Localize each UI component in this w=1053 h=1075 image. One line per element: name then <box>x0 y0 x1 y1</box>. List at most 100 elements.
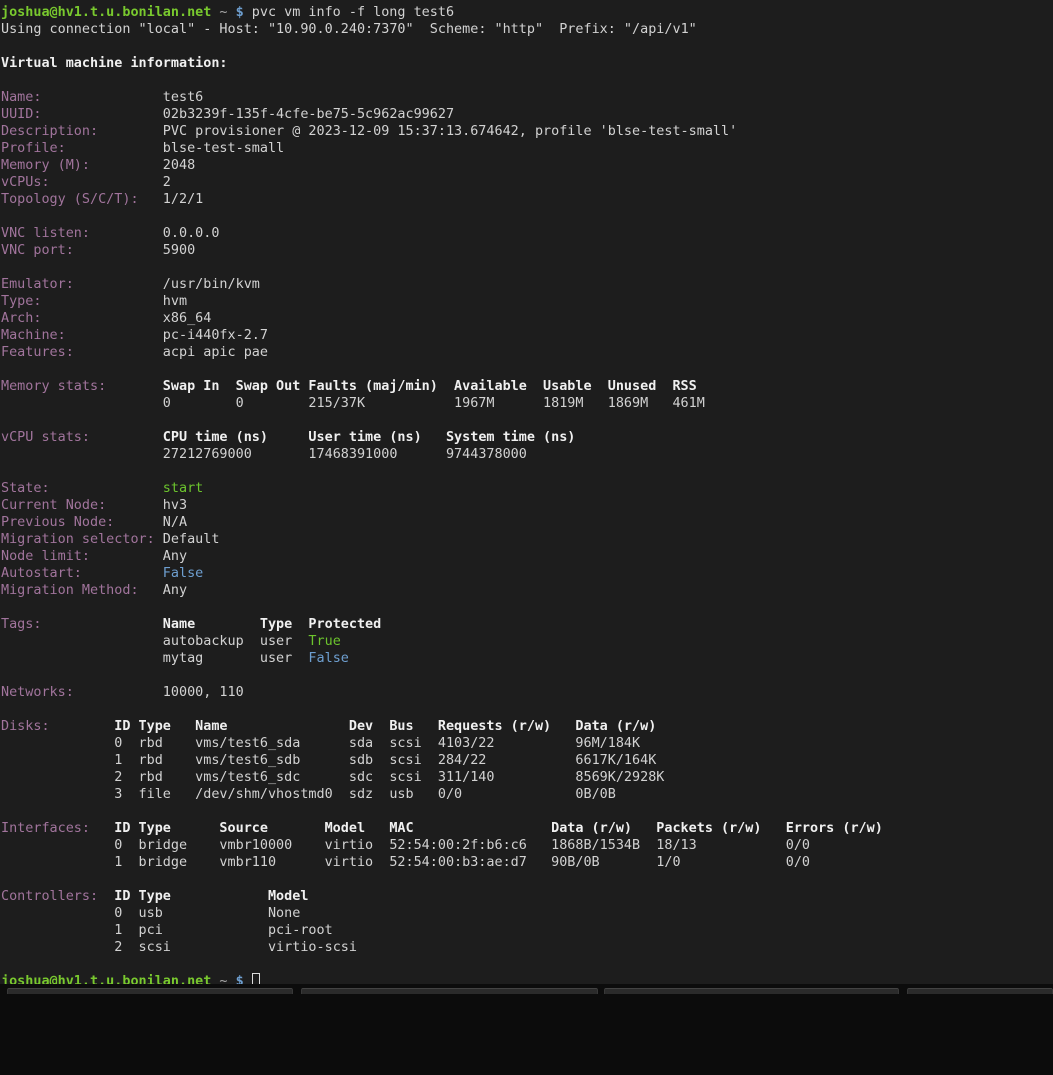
memory-stats-value-row: 0 0 215/37K 1967M 1819M 1869M 461M <box>1 395 1051 412</box>
iface-model: virtio <box>325 837 374 854</box>
column-header: User time (ns) <box>308 429 421 446</box>
controller-type: scsi <box>139 939 171 956</box>
column-header: Type <box>260 616 292 633</box>
field-row-vnc-port: VNC port: 5900 <box>1 242 1051 259</box>
controller-model: virtio-scsi <box>268 939 357 956</box>
iface-model: virtio <box>325 854 374 871</box>
column-header: Model <box>268 888 308 905</box>
iface-source: vmbr10000 <box>219 837 292 854</box>
column-header: Usable <box>543 378 592 395</box>
field-label: Interfaces: <box>1 820 90 837</box>
field-row-arch: Arch: x86_64 <box>1 310 1051 327</box>
tags-header-row: Tags: Name Type Protected <box>1 616 1051 633</box>
iface-source: vmbr110 <box>219 854 276 871</box>
memory-stats-header-row: Memory stats: Swap In Swap Out Faults (m… <box>1 378 1051 395</box>
prompt-cwd: ~ <box>219 4 227 21</box>
field-label: UUID: <box>1 106 41 123</box>
column-header: Type <box>139 888 171 905</box>
column-header: Type <box>139 820 171 837</box>
field-value: pc-i440fx-2.7 <box>163 327 268 344</box>
column-header: Available <box>454 378 527 395</box>
disk-type: rbd <box>139 769 163 786</box>
field-label: VNC listen: <box>1 225 90 242</box>
iface-packets: 1/0 <box>656 854 680 871</box>
column-header: Bus <box>389 718 413 735</box>
disk-name: /dev/shm/vhostmd0 <box>195 786 333 803</box>
interface-row: 1 bridge vmbr110 virtio 52:54:00:b3:ae:d… <box>1 854 1051 871</box>
iface-packets: 18/13 <box>656 837 696 854</box>
disk-data: 96M/184K <box>575 735 640 752</box>
field-value: 10000, 110 <box>163 684 244 701</box>
taskbar-window-button[interactable] <box>301 988 598 994</box>
disk-type: file <box>139 786 171 803</box>
tag-name: autobackup <box>163 633 244 650</box>
field-value: blse-test-small <box>163 140 284 157</box>
iface-id: 1 <box>114 854 122 871</box>
vcpu-stats-header-row: vCPU stats: CPU time (ns) User time (ns)… <box>1 429 1051 446</box>
field-row-migration-selector: Migration selector: Default <box>1 531 1051 548</box>
tag-row: mytag user False <box>1 650 1051 667</box>
cell-value: 0 <box>236 395 244 412</box>
field-value: Any <box>163 548 187 565</box>
disk-row: 0 rbd vms/test6_sda sda scsi 4103/22 96M… <box>1 735 1051 752</box>
field-label: Description: <box>1 123 98 140</box>
disk-id: 0 <box>114 735 122 752</box>
taskbar-window-button[interactable] <box>604 988 899 994</box>
cell-value: 1869M <box>608 395 648 412</box>
cell-value: 17468391000 <box>308 446 397 463</box>
field-row-previous-node: Previous Node: N/A <box>1 514 1051 531</box>
field-label: Controllers: <box>1 888 98 905</box>
iface-type: bridge <box>139 854 188 871</box>
column-header: Model <box>325 820 365 837</box>
disk-requests: 284/22 <box>438 752 487 769</box>
field-row-current-node: Current Node: hv3 <box>1 497 1051 514</box>
field-value: hv3 <box>163 497 187 514</box>
taskbar-window-button[interactable] <box>7 988 293 994</box>
command-text: pvc vm info -f long test6 <box>252 4 454 21</box>
field-value: N/A <box>163 514 187 531</box>
iface-errors: 0/0 <box>786 837 810 854</box>
disk-bus: scsi <box>389 752 421 769</box>
interfaces-header-row: Interfaces: ID Type Source Model MAC Dat… <box>1 820 1051 837</box>
column-header: RSS <box>672 378 696 395</box>
disk-dev: sda <box>349 735 373 752</box>
controller-id: 1 <box>114 922 122 939</box>
field-row-autostart: Autostart: False <box>1 565 1051 582</box>
disk-id: 1 <box>114 752 122 769</box>
field-label: Previous Node: <box>1 514 114 531</box>
page-title: Virtual machine information: <box>1 55 228 72</box>
column-header: MAC <box>389 820 413 837</box>
disk-row: 1 rbd vms/test6_sdb sdb scsi 284/22 6617… <box>1 752 1051 769</box>
field-value: Default <box>163 531 220 548</box>
field-row-topology: Topology (S/C/T): 1/2/1 <box>1 191 1051 208</box>
column-header: ID <box>114 718 130 735</box>
field-label: Name: <box>1 89 41 106</box>
disk-row: 3 file /dev/shm/vhostmd0 sdz usb 0/0 0B/… <box>1 786 1051 803</box>
field-label: Type: <box>1 293 41 310</box>
field-row-profile: Profile: blse-test-small <box>1 140 1051 157</box>
cell-value: 215/37K <box>308 395 365 412</box>
field-label: Memory (M): <box>1 157 90 174</box>
column-header: CPU time (ns) <box>163 429 268 446</box>
field-row-state: State: start <box>1 480 1051 497</box>
state-value: start <box>163 480 203 497</box>
column-header: Name <box>163 616 195 633</box>
taskbar-window-button[interactable] <box>907 988 1053 994</box>
tag-type: user <box>260 650 292 667</box>
column-header: System time (ns) <box>446 429 575 446</box>
disk-type: rbd <box>139 752 163 769</box>
column-header: Source <box>219 820 268 837</box>
field-value: /usr/bin/kvm <box>163 276 260 293</box>
section-title-line: Virtual machine information: <box>1 55 1051 72</box>
field-label: Migration selector: <box>1 531 155 548</box>
field-row-node-limit: Node limit: Any <box>1 548 1051 565</box>
cell-value: 9744378000 <box>446 446 527 463</box>
connection-info: Using connection "local" - Host: "10.90.… <box>1 21 697 38</box>
terminal-window[interactable]: joshua@hv1.t.u.bonilan.net ~ $ pvc vm in… <box>0 0 1053 986</box>
disk-bus: usb <box>389 786 413 803</box>
cell-value: 1819M <box>543 395 583 412</box>
column-header: Errors (r/w) <box>786 820 883 837</box>
iface-errors: 0/0 <box>786 854 810 871</box>
column-header: Packets (r/w) <box>656 820 761 837</box>
field-label: Features: <box>1 344 74 361</box>
